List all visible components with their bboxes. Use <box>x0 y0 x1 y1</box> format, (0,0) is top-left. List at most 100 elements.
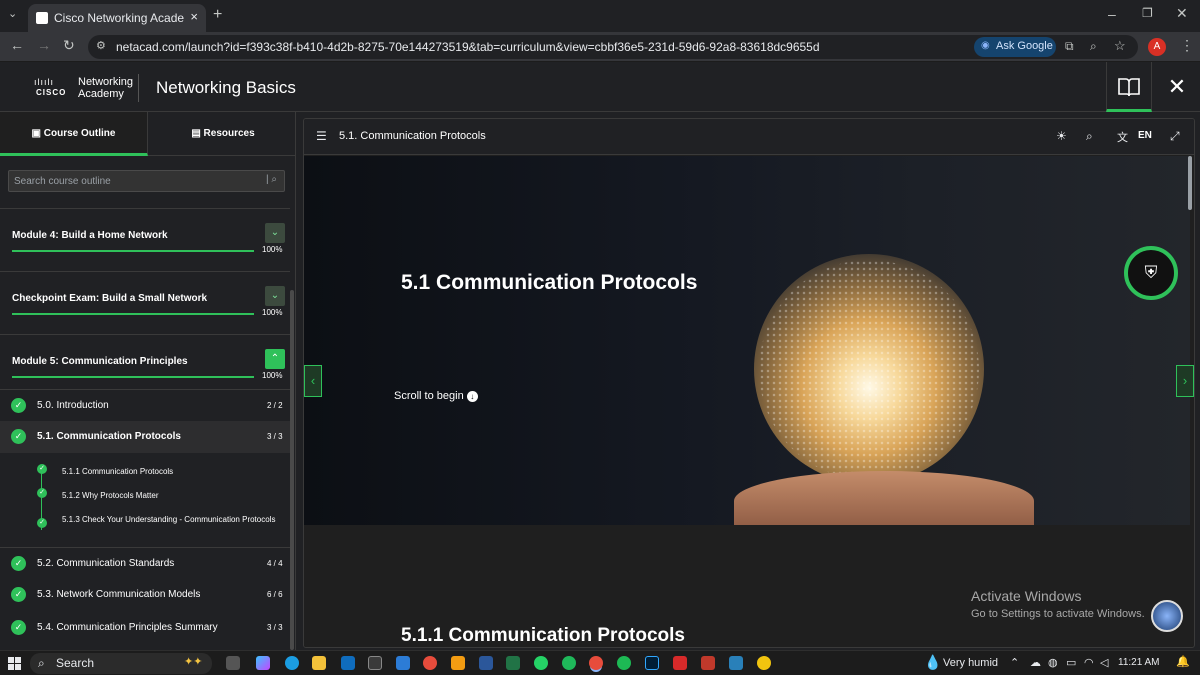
chevron-down-icon[interactable]: ⌄ <box>265 286 285 306</box>
weather-text[interactable]: Very humid <box>943 657 998 669</box>
module-item[interactable]: Checkpoint Exam: Build a Small Network ⌄… <box>0 271 290 333</box>
section-count: 2 / 2 <box>267 401 283 410</box>
course-book-button[interactable] <box>1106 62 1152 112</box>
store-icon[interactable] <box>368 656 382 670</box>
module-progress: 100% <box>262 308 283 317</box>
task-view-icon[interactable] <box>226 656 240 670</box>
ask-google-button[interactable]: ◉ Ask Google <box>974 37 1056 57</box>
language-selector[interactable]: EN <box>1138 130 1152 141</box>
window-close-icon[interactable]: ✕ <box>1176 5 1188 22</box>
globe-dots-image <box>759 260 979 480</box>
edge-icon[interactable] <box>285 656 299 670</box>
tab-search-icon[interactable]: ⌄ <box>8 7 17 20</box>
assistant-icon[interactable] <box>1151 600 1183 632</box>
site-info-icon[interactable]: ⚙ <box>96 39 106 52</box>
acrobat-icon[interactable] <box>673 656 687 670</box>
section-count: 6 / 6 <box>267 590 283 599</box>
app-icon[interactable] <box>701 656 715 670</box>
sidebar-scrollbar[interactable] <box>290 290 294 650</box>
close-tab-icon[interactable]: × <box>190 9 198 24</box>
theme-icon[interactable]: ☀ <box>1056 129 1067 143</box>
next-page-button[interactable]: › <box>1176 365 1194 397</box>
hero-banner: 5.1 Communication Protocols Scroll to be… <box>304 156 1190 525</box>
chevron-up-icon[interactable]: ⌃ <box>265 349 285 369</box>
onedrive-icon[interactable]: ☁ <box>1030 656 1041 669</box>
chrome-active-icon[interactable] <box>589 656 603 670</box>
chrome-icon[interactable] <box>423 656 437 670</box>
network-icon[interactable]: ◍ <box>1048 656 1058 669</box>
clock[interactable]: 11:21 AM <box>1118 657 1160 668</box>
wifi-icon[interactable]: ◠ <box>1084 656 1094 669</box>
spotify-icon[interactable] <box>617 656 631 670</box>
subsection-item[interactable]: ✓ 5.1.1 Communication Protocols <box>0 462 290 484</box>
prev-page-button[interactable]: ‹ <box>304 365 322 397</box>
section-item[interactable]: ✓ 5.0. Introduction 2 / 2 <box>0 389 290 421</box>
section-item[interactable]: ✓ 5.4. Communication Principles Summary … <box>0 612 290 644</box>
cast-icon[interactable]: ⧉ <box>1065 39 1074 54</box>
module-item[interactable]: Module 4: Build a Home Network ⌄ 100% <box>0 208 290 270</box>
outline-search-input[interactable]: Search course outline | ⌕ <box>8 170 285 192</box>
notifications-icon[interactable]: 🔔 <box>1176 655 1190 668</box>
collapse-menu-icon[interactable]: ☰ <box>316 129 327 143</box>
course-title: Networking Basics <box>156 78 296 97</box>
browser-tab[interactable]: Cisco Networking Academy: Ne × <box>28 4 206 32</box>
restore-icon[interactable]: ❐ <box>1142 6 1153 20</box>
zoom-icon[interactable]: ⌕ <box>1090 39 1097 54</box>
ask-google-label: Ask Google <box>996 40 1053 52</box>
browser-menu-icon[interactable]: ⋮ <box>1180 37 1194 54</box>
excel-icon[interactable] <box>506 656 520 670</box>
forward-icon[interactable]: → <box>37 37 51 53</box>
volume-icon[interactable]: ◁ <box>1100 656 1108 669</box>
section-item-active[interactable]: ✓ 5.1. Communication Protocols 3 / 3 <box>0 421 290 453</box>
battery-icon[interactable]: ▭ <box>1066 656 1076 669</box>
photoshop-icon[interactable] <box>645 656 659 670</box>
section-item[interactable]: ✓ 5.2. Communication Standards 4 / 4 <box>0 547 290 579</box>
app-icon[interactable] <box>729 656 743 670</box>
back-icon[interactable]: ← <box>10 37 24 53</box>
module-item[interactable]: Module 5: Communication Principles ⌃ 100… <box>0 334 290 396</box>
close-course-button[interactable]: ✕ <box>1154 62 1200 112</box>
chevron-up-icon[interactable]: ⌃ <box>1010 656 1019 669</box>
subsection-item[interactable]: ✓ 5.1.2 Why Protocols Matter <box>0 486 290 508</box>
whatsapp-icon[interactable] <box>534 656 548 670</box>
section-body: 5.1.1 Communication Protocols <box>304 525 1190 647</box>
tab-resources[interactable]: ▤ Resources <box>149 112 295 156</box>
check-icon: ✓ <box>11 587 26 602</box>
search-icon[interactable]: ⌕ <box>1086 129 1093 144</box>
section-heading: 5.1.1 Communication Protocols <box>401 625 685 646</box>
search-placeholder: Search course outline <box>14 176 111 187</box>
new-tab-icon[interactable]: + <box>213 6 222 24</box>
browser-toolbar: ← → ↻ ⚙ netacad.com/launch?id=f393c38f-b… <box>0 32 1200 62</box>
profile-avatar[interactable]: A <box>1148 38 1166 56</box>
chevron-down-icon[interactable]: ⌄ <box>265 223 285 243</box>
vlc-icon[interactable] <box>451 656 465 670</box>
content-scrollbar[interactable] <box>1188 156 1192 210</box>
translate-icon[interactable]: 文 <box>1117 129 1128 145</box>
copilot-icon[interactable] <box>256 656 270 670</box>
tab-course-outline[interactable]: ▣ Course Outline <box>0 112 148 156</box>
fullscreen-icon[interactable]: ⤢ <box>1170 129 1180 144</box>
url-text: netacad.com/launch?id=f393c38f-b410-4d2b… <box>116 40 820 54</box>
norton-icon[interactable] <box>757 656 771 670</box>
browser-tabstrip: ⌄ Cisco Networking Academy: Ne × + – ❐ ✕ <box>0 0 1200 32</box>
weather-icon: 💧 <box>924 654 942 670</box>
app-icon[interactable] <box>562 656 576 670</box>
reload-icon[interactable]: ↻ <box>63 37 75 54</box>
minimize-icon[interactable]: – <box>1108 6 1116 22</box>
bookmark-star-icon[interactable]: ☆ <box>1114 38 1126 54</box>
section-item[interactable]: ✓ 5.3. Network Communication Models 6 / … <box>0 579 290 611</box>
word-icon[interactable] <box>479 656 493 670</box>
shield-icon[interactable]: ⛨ <box>1124 246 1178 300</box>
taskbar-search[interactable]: ⌕ Search ✦✦ <box>30 653 212 674</box>
vscode-icon[interactable] <box>396 656 410 670</box>
subsection-item[interactable]: ✓ 5.1.3 Check Your Understanding - Commu… <box>0 510 290 544</box>
windows-start-icon[interactable] <box>8 657 21 670</box>
address-bar[interactable]: ⚙ netacad.com/launch?id=f393c38f-b410-4d… <box>88 35 1138 59</box>
cisco-logo[interactable]: ılıılı CISCO Networking Academy <box>34 75 134 101</box>
section-title: 5.1. Communication Protocols <box>37 431 181 442</box>
search-icon[interactable]: | ⌕ <box>266 174 277 185</box>
cisco-bars-icon: ılıılı <box>34 77 55 87</box>
file-explorer-icon[interactable] <box>312 656 326 670</box>
outlook-icon[interactable] <box>341 656 355 670</box>
scroll-to-begin-button[interactable]: Scroll to begin ↓ <box>394 390 478 402</box>
